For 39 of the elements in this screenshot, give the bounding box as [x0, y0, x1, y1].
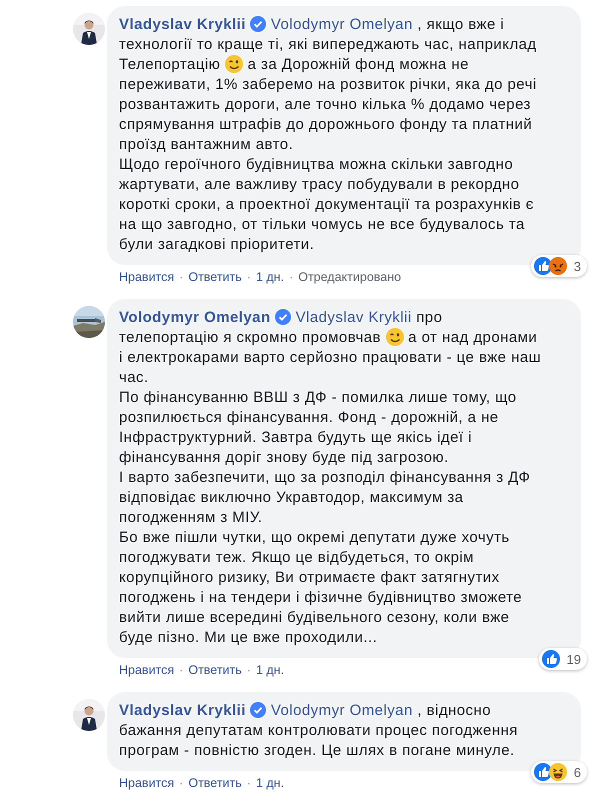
timestamp-link[interactable]: 1 дн. — [256, 270, 284, 284]
author-name[interactable]: Volodymyr Omelyan — [119, 309, 271, 326]
comment-text: Vladyslav Kryklii Volodymyr Omelyan , якщо вже і технології то краще ті, які випереджають час, наприклад Телепортацію а за Дорожній фонд можна не переживати, 1% заберемо на розвиток річки, яка до речі розвантажить дороги, але точно кілька % додамо через спрямування штрафів до дорожнього фонду та платний проїзд вантажним авто. Щодо героїчного будівництва можна скільки завгодно жартувати, але важливу трасу побудували в рекордно короткі сроки, а проектної документації та розрахунків є на що завгодно, от тільки чомусь не все будувалось та були загадкові пріоритети. — [119, 15, 538, 255]
winking-face-icon — [386, 328, 404, 346]
mention-link[interactable]: Vladyslav Kryklii — [296, 309, 412, 326]
laughing-face-icon — [548, 763, 567, 781]
separator-dot: · — [289, 270, 294, 284]
winking-face-icon — [224, 55, 243, 73]
reactions-badge[interactable]: 19 — [538, 648, 587, 670]
separator-dot: · — [179, 776, 184, 790]
like-icon — [534, 257, 552, 275]
action-link[interactable]: Нравится — [119, 663, 174, 677]
timestamp-link[interactable]: 1 дн. — [256, 663, 284, 677]
author-name[interactable]: Vladyslav Kryklii — [119, 702, 246, 719]
angry-face-icon — [548, 257, 567, 275]
like-icon — [534, 763, 552, 781]
separator-dot: · — [179, 663, 184, 677]
author-name[interactable]: Vladyslav Kryklii — [119, 16, 246, 33]
comment-text: Volodymyr Omelyan Vladyslav Kryklii про телепортацію я скромно промовчав а от над дронами і електрокарами варто серйозно працювати - це вже наш час. По фінансуванню ВВШ з ДФ - помилка лише тому, що розпилюється фінансування. Фонд - дорожній, а не Інфраструктурний. Завтра будуть ще якісь ідеї і фінансування доріг знову буде під загрозою. І варто забезпечити, що за розподіл фінансування з ДФ відповідає виключно Укравтодор, максимум за погодженням з МІУ. Бо вже пішли чутки, що окремі депутати дуже хочуть погоджувати теж. Якщо це відбудеться, то окрім корупційного ризику, Ви отримаєте факт затягнутих погоджень і на тендери і фізичне будівництво зможете вийти лише всередині будівельного сезону, коли вже буде пізно. Ми це вже проходили... — [119, 308, 542, 648]
action-link[interactable]: Ответить — [188, 270, 242, 284]
like-icon — [542, 650, 560, 668]
edited-label: Отредактировано — [298, 270, 402, 284]
mention-link[interactable]: Volodymyr Omelyan — [270, 702, 413, 719]
reaction-count: 19 — [566, 652, 581, 666]
separator-dot: · — [246, 776, 251, 790]
action-link[interactable]: Ответить — [188, 663, 242, 677]
action-link[interactable]: Нравится — [119, 776, 174, 790]
reaction-count: 3 — [574, 258, 581, 274]
separator-dot: · — [179, 270, 184, 284]
mention-link[interactable]: Volodymyr Omelyan — [270, 16, 413, 33]
reactions-badge[interactable]: 6 — [530, 761, 587, 783]
action-link[interactable]: Ответить — [188, 776, 242, 790]
timestamp-link[interactable]: 1 дн. — [256, 776, 284, 790]
action-link[interactable]: Нравится — [119, 270, 174, 284]
separator-dot: · — [246, 663, 251, 677]
reaction-count: 6 — [574, 764, 581, 780]
reactions-badge[interactable]: 3 — [530, 255, 587, 277]
separator-dot: · — [246, 270, 251, 284]
comment-text: Vladyslav Kryklii Volodymyr Omelyan , відносно бажання депутатам контролювати процес погодження програм - повністю згоден. Це шлях в погане минуле. — [119, 701, 519, 761]
